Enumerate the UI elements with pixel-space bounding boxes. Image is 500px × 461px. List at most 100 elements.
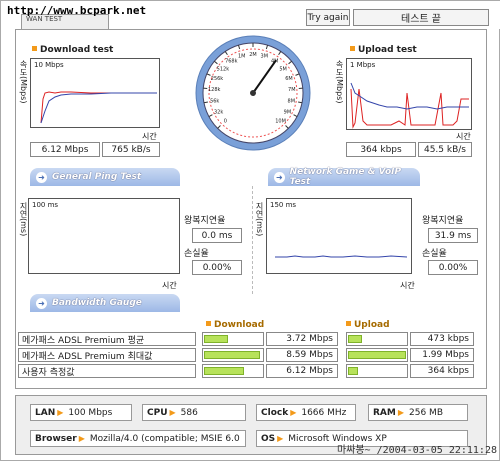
- clock-label: Clock: [261, 407, 289, 418]
- upload-bar-fill: [348, 351, 406, 359]
- download-rate-readout: 765 kB/s: [102, 142, 160, 157]
- cpu-label: CPU: [147, 407, 168, 418]
- ping-chart: 100 ms: [28, 198, 180, 274]
- download-value: 8.59 Mbps: [266, 348, 338, 362]
- game-loss-readout: 0.00%: [428, 260, 478, 275]
- upload-bar-fill: [348, 335, 362, 343]
- lan-value: 100 Mbps: [68, 407, 113, 418]
- browser-info: Browser ▶ Mozilla/4.0 (compatible; MSIE 6.…: [30, 430, 246, 447]
- section-divider: [252, 186, 253, 294]
- triangle-right-icon: ▶: [397, 408, 405, 417]
- bandwidth-upload-header-label: Upload: [354, 320, 390, 330]
- gauge-tick-label: 32k: [214, 109, 223, 115]
- watermark: 마싸봉~ /2004-03-05 22:11:28: [336, 445, 497, 456]
- os-label: OS: [261, 433, 276, 444]
- download-bar: [202, 364, 264, 378]
- upload-bar-fill: [348, 367, 358, 375]
- gauge-tick-label: 256k: [211, 76, 224, 82]
- bandwidth-download-header: Download: [206, 320, 264, 330]
- game-loss-label: 손실율: [422, 249, 447, 259]
- upload-value: 473 kbps: [410, 332, 474, 346]
- game-chart-line: [275, 255, 408, 258]
- lan-label: LAN: [35, 407, 56, 418]
- arrow-right-icon: ➜: [36, 297, 47, 309]
- download-line-blue: [40, 92, 157, 124]
- triangle-right-icon: ▶: [290, 408, 297, 417]
- upload-bar: [346, 348, 408, 362]
- ping-scale-label: 100 ms: [32, 201, 59, 209]
- ping-loss-readout: 0.00%: [192, 260, 242, 275]
- arrow-right-icon: ➜: [36, 171, 47, 183]
- gauge-tick-label: 512k: [217, 66, 230, 72]
- speedtest-window: WAN TEST http://www.bcpark.net Try again…: [0, 0, 500, 461]
- tab-network-game-voip-test[interactable]: ➜ Network Game & VoIP Test: [268, 167, 420, 187]
- download-bar-fill: [204, 335, 228, 343]
- download-value: 6.12 Mbps: [266, 364, 338, 378]
- bandwidth-tab-label: Bandwidth Gauge: [52, 298, 142, 308]
- upload-y-label: 속도(Mbps): [335, 60, 344, 104]
- bandwidth-upload-header: Upload: [346, 320, 390, 330]
- upload-chart: 1 Mbps: [346, 58, 472, 130]
- gauge-tick-label: 56k: [210, 99, 219, 105]
- download-test-title: Download test: [32, 45, 113, 55]
- upload-title-label: Upload test: [358, 45, 417, 55]
- ram-label: RAM: [373, 407, 396, 418]
- triangle-right-icon: ▶: [57, 408, 64, 417]
- bandwidth-download-header-label: Download: [214, 320, 265, 330]
- ping-tab-label: General Ping Test: [52, 172, 142, 182]
- download-chart: 10 Mbps: [30, 58, 160, 128]
- gauge-tick-label: 7M: [288, 87, 296, 93]
- speed-gauge: 032k56k128k256k512k768k1M2M3M4M5M6M7M8M9…: [194, 34, 312, 152]
- end-test-button[interactable]: 테스트 끝: [353, 9, 489, 26]
- download-speed-readout: 6.12 Mbps: [30, 142, 100, 157]
- tab-bandwidth-gauge[interactable]: ➜ Bandwidth Gauge: [30, 294, 180, 312]
- clock-value: 1666 MHz: [301, 407, 347, 418]
- game-tab-label: Network Game & VoIP Test: [289, 167, 402, 187]
- try-again-button[interactable]: Try again: [306, 9, 350, 26]
- upload-chart-lines: [350, 82, 469, 129]
- download-x-label: 시간: [142, 132, 157, 141]
- upload-x-label: 시간: [456, 132, 471, 141]
- game-y-label: 지연(ms): [255, 202, 264, 237]
- site-url: http://www.bcpark.net: [7, 4, 147, 17]
- upload-test-title: Upload test: [350, 45, 417, 55]
- upload-rate-readout: 45.5 kB/s: [418, 142, 472, 157]
- download-bar: [202, 332, 264, 346]
- ram-info: RAM ▶ 256 MB: [368, 404, 468, 421]
- game-chart: 150 ms: [266, 198, 412, 274]
- game-latency-label: 왕복지연율: [422, 216, 464, 226]
- cpu-info: CPU ▶ 586: [142, 404, 246, 421]
- tab-general-ping-test[interactable]: ➜ General Ping Test: [30, 168, 180, 186]
- ping-latency-readout: 0.0 ms: [192, 228, 242, 243]
- lan-info: LAN ▶ 100 Mbps: [30, 404, 132, 421]
- main-panel: Download test 속도(Mbps) 10 Mbps 시간 6.12 M…: [15, 29, 487, 389]
- upload-bar: [346, 332, 408, 346]
- gauge-tick-label: 6M: [285, 76, 293, 82]
- upload-value: 1.99 Mbps: [410, 348, 474, 362]
- gauge-tick-label: 9M: [284, 109, 292, 115]
- top-bar: WAN TEST http://www.bcpark.net Try again…: [1, 1, 500, 29]
- browser-value: Mozilla/4.0 (compatible; MSIE 6.0: [89, 433, 240, 444]
- download-y-label: 속도(Mbps): [19, 60, 28, 104]
- clock-info: Clock ▶ 1666 MHz: [256, 404, 356, 421]
- gauge-tick-label: 0: [224, 119, 227, 125]
- upload-line-blue: [350, 82, 469, 110]
- triangle-right-icon: ▶: [169, 408, 176, 417]
- download-chart-lines: [40, 91, 157, 124]
- download-bar-fill: [204, 351, 260, 359]
- download-title-label: Download test: [40, 45, 114, 55]
- download-bar: [202, 348, 264, 362]
- gauge-tick-label: 2M: [249, 52, 257, 58]
- upload-speed-readout: 364 kbps: [346, 142, 416, 157]
- upload-value: 364 kbps: [410, 364, 474, 378]
- arrow-right-icon: ➜: [274, 171, 285, 183]
- cpu-value: 586: [180, 407, 198, 418]
- bandwidth-row-label: 메가패스 ADSL Premium 최대값: [18, 348, 196, 362]
- gauge-tick-label: 5M: [279, 66, 287, 72]
- ping-latency-label: 왕복지연율: [184, 216, 226, 226]
- download-bar-fill: [204, 367, 244, 375]
- gauge-tick-label: 3M: [261, 54, 269, 60]
- upload-bar: [346, 364, 408, 378]
- game-latency-readout: 31.9 ms: [428, 228, 478, 243]
- gauge-tick-label: 128k: [208, 87, 221, 93]
